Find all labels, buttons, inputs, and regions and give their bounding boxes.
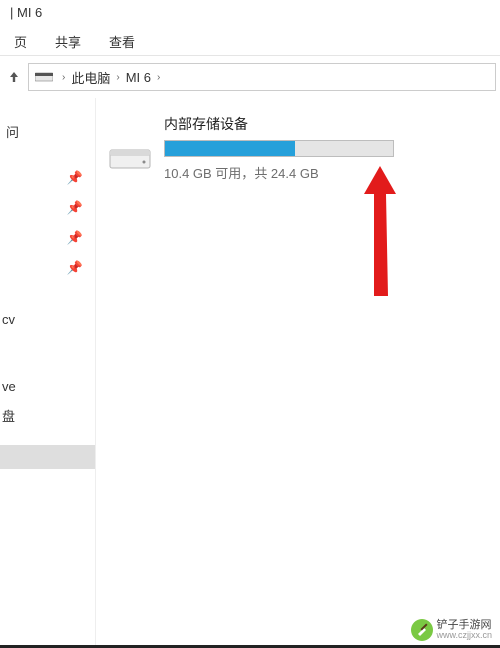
storage-drive-icon [106, 132, 154, 180]
watermark: 铲子手游网 www.czjjxx.cn [410, 618, 492, 642]
ribbon-tab-share-label: 共享 [55, 32, 81, 51]
sidebar-item-cv[interactable]: cv [0, 306, 95, 333]
ribbon-tab-page[interactable]: 页 [0, 28, 41, 55]
arrow-up-icon [7, 70, 21, 84]
storage-device-item[interactable]: 内部存储设备 10.4 GB 可用，共 24.4 GB [106, 114, 490, 182]
watermark-text: 铲子手游网 www.czjjxx.cn [436, 619, 492, 641]
pin-icon[interactable]: 📌 [0, 253, 83, 283]
breadcrumb-device[interactable]: MI 6 [123, 70, 154, 85]
breadcrumb-this-pc[interactable]: 此电脑 [68, 68, 113, 87]
storage-device-name: 内部存储设备 [164, 114, 490, 134]
sidebar-selected-item[interactable] [0, 445, 95, 469]
sidebar-item-disk[interactable]: 盘 [0, 400, 95, 431]
storage-device-info: 内部存储设备 10.4 GB 可用，共 24.4 GB [164, 114, 490, 182]
ribbon-tab-view[interactable]: 查看 [95, 28, 149, 55]
nav-up-button[interactable] [0, 63, 28, 91]
ribbon-tab-share[interactable]: 共享 [41, 28, 95, 55]
red-arrow-annotation [364, 166, 404, 296]
sidebar-separator [0, 299, 95, 300]
sidebar: 问 📌 📌 📌 📌 cv ve 盘 [0, 98, 96, 648]
sidebar-quick-access[interactable]: 问 [0, 118, 95, 145]
window-title-bar: | MI 6 [0, 0, 500, 28]
chevron-right-icon: › [113, 72, 122, 83]
pin-icon[interactable]: 📌 [0, 193, 83, 223]
chevron-right-icon: › [154, 72, 163, 83]
ribbon-tab-view-label: 查看 [109, 32, 135, 51]
storage-capacity-used [165, 141, 295, 156]
pin-icon[interactable]: 📌 [0, 223, 83, 253]
chevron-right-icon: › [59, 72, 68, 83]
storage-capacity-bar [164, 140, 394, 157]
sidebar-spacer [0, 333, 95, 373]
storage-capacity-text: 10.4 GB 可用，共 24.4 GB [164, 163, 490, 182]
watermark-url: www.czjjxx.cn [436, 631, 492, 641]
shovel-logo-icon [410, 618, 434, 642]
pin-icon[interactable]: 📌 [0, 163, 83, 193]
address-bar[interactable]: › 此电脑 › MI 6 › [28, 63, 496, 91]
ribbon-tab-page-label: 页 [14, 32, 27, 51]
navigation-bar: › 此电脑 › MI 6 › [0, 56, 500, 98]
content-pane[interactable]: 内部存储设备 10.4 GB 可用，共 24.4 GB [96, 98, 500, 648]
workspace: 问 📌 📌 📌 📌 cv ve 盘 内部存储设备 [0, 98, 500, 648]
window-title-text: | MI 6 [10, 5, 42, 20]
sidebar-item-ve[interactable]: ve [0, 373, 95, 400]
ribbon-tabs: 页 共享 查看 [0, 28, 500, 56]
sidebar-pins: 📌 📌 📌 📌 [0, 145, 95, 293]
device-small-icon [35, 70, 53, 84]
